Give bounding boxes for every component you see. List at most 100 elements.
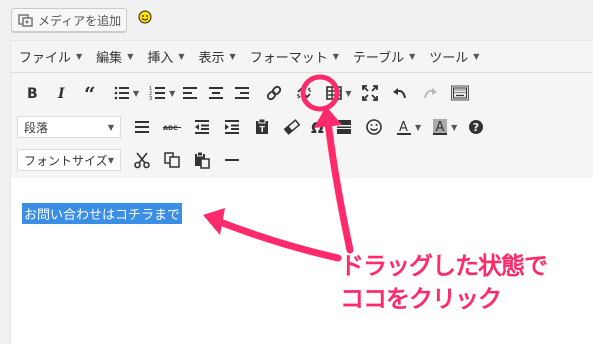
paste-text-button[interactable]: T	[247, 113, 277, 141]
paste-icon	[195, 151, 210, 169]
chevron-down-icon: ▼	[332, 52, 339, 61]
menu-tools-label: ツール	[429, 51, 469, 66]
bold-icon: B	[27, 86, 38, 102]
help-button[interactable]: ?	[461, 113, 491, 141]
svg-text:3: 3	[149, 96, 152, 102]
bullet-list-button[interactable]	[107, 79, 137, 107]
indent-button[interactable]	[217, 113, 247, 141]
menu-file[interactable]: ファイル ▼	[19, 47, 82, 66]
table-button[interactable]	[319, 79, 349, 107]
italic-button[interactable]: I	[47, 79, 77, 107]
chevron-down-icon: ▼	[76, 52, 83, 61]
menu-insert-label: 挿入	[147, 51, 174, 66]
strikethrough-button[interactable]: ABC	[157, 113, 187, 141]
chevron-down-icon: ▼	[229, 52, 236, 61]
menu-view[interactable]: 表示 ▼	[199, 47, 236, 66]
undo-icon	[393, 88, 407, 99]
outdent-icon	[195, 120, 209, 134]
read-more-button[interactable]	[329, 113, 359, 141]
omega-icon: Ω	[311, 119, 324, 136]
scissors-icon	[134, 152, 150, 169]
menu-table-label: テーブル	[352, 51, 405, 66]
toolbar-row-2: 段落▼ ABC T Ω A ▼ A ▼ ?	[17, 113, 491, 141]
svg-text:A: A	[436, 120, 445, 135]
horizontal-line-icon	[135, 121, 149, 133]
toolbar-row-3: フォントサイズ ▼	[17, 146, 247, 174]
clear-formatting-button[interactable]	[277, 113, 307, 141]
rich-text-editor: ファイル ▼ 編集 ▼ 挿入 ▼ 表示 ▼ フォーマット ▼ テーブル ▼ ツール ▼ B I…	[10, 40, 593, 344]
add-media-button[interactable]: メディアを追加	[11, 8, 127, 32]
emoticon-button[interactable]	[359, 113, 389, 141]
background-color-icon: A	[433, 119, 448, 135]
horizontal-line-button[interactable]	[127, 113, 157, 141]
chevron-down-icon: ▼	[107, 122, 114, 132]
redo-icon	[424, 88, 438, 99]
remove-link-button[interactable]	[289, 79, 319, 107]
align-center-button[interactable]	[201, 79, 231, 107]
toolbar-area: B I “ ▼ 123 ▼ ▼ 段落 ▼ ABC T	[11, 73, 593, 179]
undo-button[interactable]	[385, 79, 415, 107]
selected-text[interactable]: お問い合わせはコチラまで	[22, 203, 183, 224]
fullscreen-icon	[362, 85, 379, 101]
format-select[interactable]: 段落 ▼	[17, 116, 121, 138]
text-color-icon: A	[397, 120, 411, 135]
paste-button[interactable]	[187, 146, 217, 174]
menu-format[interactable]: フォーマット ▼	[250, 47, 339, 66]
insert-link-button[interactable]	[259, 79, 289, 107]
align-center-icon	[209, 87, 224, 99]
chevron-down-icon: ▼	[107, 155, 114, 165]
numbered-list-icon: 123	[149, 86, 166, 102]
background-color-button[interactable]: A	[425, 113, 455, 141]
help-icon: ?	[469, 120, 484, 134]
font-size-select[interactable]: フォントサイズ ▼	[17, 149, 121, 171]
copy-icon	[164, 152, 180, 168]
align-left-button[interactable]	[179, 79, 201, 107]
menu-tools[interactable]: ツール ▼	[429, 47, 479, 66]
svg-text:?: ?	[473, 121, 479, 134]
bullet-list-icon	[114, 86, 129, 100]
svg-text:A: A	[399, 120, 408, 135]
table-icon	[326, 86, 343, 100]
italic-icon: I	[57, 86, 65, 102]
copy-button[interactable]	[157, 146, 187, 174]
svg-text:Ω: Ω	[311, 119, 324, 136]
strikethrough-icon: ABC	[163, 124, 181, 132]
quote-icon: “	[84, 84, 96, 102]
font-size-select-value: フォントサイズ	[24, 153, 108, 168]
fullscreen-button[interactable]	[355, 79, 385, 107]
menu-edit-label: 編集	[96, 51, 123, 66]
read-more-icon	[337, 120, 351, 134]
editor-content[interactable]: お問い合わせはコチラまで	[11, 178, 593, 344]
link-icon	[267, 85, 282, 101]
special-character-button[interactable]: Ω	[307, 113, 329, 141]
eraser-icon	[283, 119, 301, 135]
redo-button[interactable]	[415, 79, 445, 107]
svg-text:B: B	[27, 86, 38, 102]
menu-file-label: ファイル	[19, 51, 72, 66]
outdent-button[interactable]	[187, 113, 217, 141]
align-left-icon	[183, 87, 198, 99]
cut-button[interactable]	[127, 146, 157, 174]
editor-top-bar: メディアを追加	[0, 0, 593, 40]
hr-icon	[225, 159, 239, 161]
chevron-down-icon: ▼	[127, 52, 134, 61]
blockquote-button[interactable]: “	[77, 79, 107, 107]
menu-edit[interactable]: 編集 ▼	[96, 47, 133, 66]
menu-bar: ファイル ▼ 編集 ▼ 挿入 ▼ 表示 ▼ フォーマット ▼ テーブル ▼ ツール ▼	[11, 41, 593, 73]
media-icon	[18, 14, 33, 27]
bold-button[interactable]: B	[17, 79, 47, 107]
toolbar-toggle-button[interactable]	[445, 79, 475, 107]
menu-insert[interactable]: 挿入 ▼	[147, 47, 184, 66]
hr-button[interactable]	[217, 146, 247, 174]
toolbar-row-1: B I “ ▼ 123 ▼ ▼	[17, 79, 475, 107]
align-right-button[interactable]	[231, 79, 253, 107]
menu-table[interactable]: テーブル ▼	[353, 47, 415, 66]
chevron-down-icon: ▼	[473, 52, 480, 61]
smiley-icon[interactable]	[137, 9, 153, 25]
keyboard-icon	[451, 85, 470, 101]
svg-text:T: T	[260, 125, 266, 134]
format-select-value: 段落	[24, 120, 49, 135]
numbered-list-button[interactable]: 123	[143, 79, 173, 107]
text-color-button[interactable]: A	[389, 113, 419, 141]
svg-text:I: I	[57, 86, 65, 102]
